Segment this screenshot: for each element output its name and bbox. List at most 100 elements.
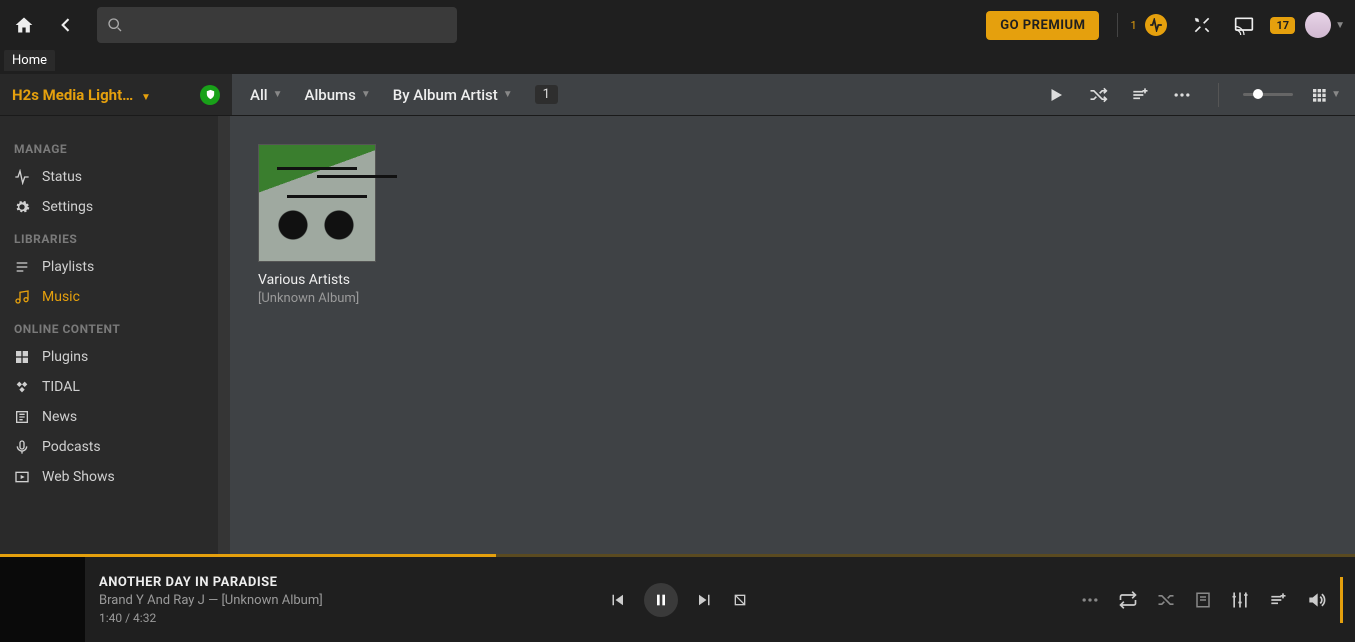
settings-tools-button[interactable]: [1186, 9, 1218, 41]
repeat-icon: [1118, 590, 1138, 610]
filter-sort[interactable]: By Album Artist▼: [393, 86, 513, 104]
shuffle-button[interactable]: [1086, 85, 1110, 105]
play-pause-button[interactable]: [644, 583, 678, 617]
more-horizontal-icon: [1080, 590, 1100, 610]
player-bar: ANOTHER DAY IN PARADISE Brand Y And Ray …: [0, 557, 1355, 642]
sidebar-item-webshows[interactable]: Web Shows: [0, 462, 221, 492]
library-title-text: H2s Media Light…: [12, 86, 133, 104]
sidebar-item-label: Status: [42, 169, 82, 185]
alerts-badge[interactable]: 17: [1270, 17, 1295, 34]
zoom-slider[interactable]: [1243, 93, 1293, 96]
play-all-button[interactable]: [1044, 86, 1068, 104]
sidebar: MANAGE Status Settings LIBRARIES Playlis…: [0, 116, 222, 554]
home-button[interactable]: [8, 9, 40, 41]
filter-all[interactable]: All▼: [250, 86, 283, 104]
repeat-button[interactable]: [1118, 590, 1138, 610]
view-mode-button[interactable]: ▼: [1311, 87, 1341, 103]
player-transport: [608, 583, 748, 617]
item-count-chip: 1: [535, 85, 558, 104]
go-premium-button[interactable]: GO PREMIUM: [986, 11, 1099, 40]
sidebar-item-label: Music: [42, 289, 80, 305]
chevron-down-icon: ▼: [1331, 89, 1341, 100]
breadcrumb-row: Home: [0, 50, 1355, 74]
back-button[interactable]: [50, 9, 82, 41]
sidebar-item-status[interactable]: Status: [0, 162, 221, 192]
skip-forward-icon: [696, 591, 714, 609]
top-bar: GO PREMIUM 1 17 ▼: [0, 0, 1355, 50]
more-button[interactable]: [1170, 85, 1194, 105]
play-icon: [1047, 86, 1065, 104]
lyrics-icon: [1194, 591, 1212, 609]
tiles-icon: [14, 349, 30, 365]
now-playing-artist[interactable]: Brand Y And Ray J — [Unknown Album]: [99, 593, 345, 608]
skip-back-icon: [608, 591, 626, 609]
player-shuffle-button[interactable]: [1156, 590, 1176, 610]
sidebar-item-playlists[interactable]: Playlists: [0, 252, 221, 282]
news-icon: [14, 409, 30, 425]
chevron-down-icon: ▼: [273, 89, 283, 100]
player-right-controls: [1080, 577, 1343, 623]
pause-icon: [653, 592, 669, 608]
sidebar-item-settings[interactable]: Settings: [0, 192, 221, 222]
cast-button[interactable]: [1228, 9, 1260, 41]
album-thumbnail[interactable]: [258, 144, 376, 262]
shield-icon: [205, 89, 216, 100]
activity-icon: [1145, 14, 1167, 36]
chevron-down-icon: ▼: [1335, 20, 1345, 31]
now-playing-art[interactable]: [0, 557, 85, 642]
more-horizontal-icon: [1172, 85, 1192, 105]
home-icon: [14, 15, 34, 35]
zoom-thumb[interactable]: [1253, 89, 1263, 99]
previous-button[interactable]: [608, 591, 626, 609]
activity-count-badge: 1: [1130, 19, 1136, 32]
volume-button[interactable]: [1306, 590, 1326, 610]
account-menu[interactable]: ▼: [1305, 12, 1345, 38]
stop-icon: [732, 592, 748, 608]
album-card[interactable]: Various Artists [Unknown Album]: [258, 144, 378, 306]
now-playing-title[interactable]: ANOTHER DAY IN PARADISE: [99, 575, 345, 590]
video-icon: [14, 469, 30, 485]
stop-button[interactable]: [732, 592, 748, 608]
activity-button[interactable]: 1: [1136, 14, 1176, 36]
next-button[interactable]: [696, 591, 714, 609]
album-title: [Unknown Album]: [258, 291, 378, 306]
queue-add-icon: [1130, 85, 1150, 105]
playlist-icon: [14, 259, 30, 275]
search-input[interactable]: [97, 7, 457, 43]
sidebar-scrollbar[interactable]: [218, 116, 230, 554]
queue-icon: [1268, 590, 1288, 610]
equalizer-button[interactable]: [1230, 590, 1250, 610]
gear-icon: [14, 199, 30, 215]
now-playing-info: ANOTHER DAY IN PARADISE Brand Y And Ray …: [85, 575, 345, 625]
sidebar-item-label: Podcasts: [42, 439, 101, 455]
sidebar-item-label: Settings: [42, 199, 93, 215]
sidebar-item-plugins[interactable]: Plugins: [0, 342, 221, 372]
filter-type[interactable]: Albums▼: [305, 86, 371, 104]
breadcrumb-home[interactable]: Home: [4, 50, 55, 71]
queue-button[interactable]: [1268, 590, 1288, 610]
player-more-button[interactable]: [1080, 590, 1100, 610]
sidebar-item-news[interactable]: News: [0, 402, 221, 432]
mic-icon: [14, 439, 30, 455]
grid-icon: [1311, 87, 1327, 103]
sliders-icon: [1230, 590, 1250, 610]
secure-badge[interactable]: [200, 85, 220, 105]
shuffle-icon: [1156, 590, 1176, 610]
avatar-icon: [1305, 12, 1331, 38]
sidebar-heading-online: ONLINE CONTENT: [0, 312, 221, 342]
sidebar-item-label: Playlists: [42, 259, 94, 275]
add-to-queue-button[interactable]: [1128, 85, 1152, 105]
sidebar-item-tidal[interactable]: TIDAL: [0, 372, 221, 402]
chevron-down-icon: ▼: [141, 92, 151, 103]
sidebar-item-label: News: [42, 409, 77, 425]
sidebar-heading-libraries: LIBRARIES: [0, 222, 221, 252]
sidebar-heading-manage: MANAGE: [0, 132, 221, 162]
sidebar-item-podcasts[interactable]: Podcasts: [0, 432, 221, 462]
now-playing-time: 1:40 / 4:32: [99, 611, 345, 625]
lyrics-button[interactable]: [1194, 591, 1212, 609]
activity-icon: [14, 169, 30, 185]
sidebar-item-label: TIDAL: [42, 379, 80, 395]
sidebar-item-music[interactable]: Music: [0, 282, 221, 312]
library-selector[interactable]: H2s Media Light… ▼: [12, 86, 192, 104]
tidal-icon: [14, 379, 30, 395]
